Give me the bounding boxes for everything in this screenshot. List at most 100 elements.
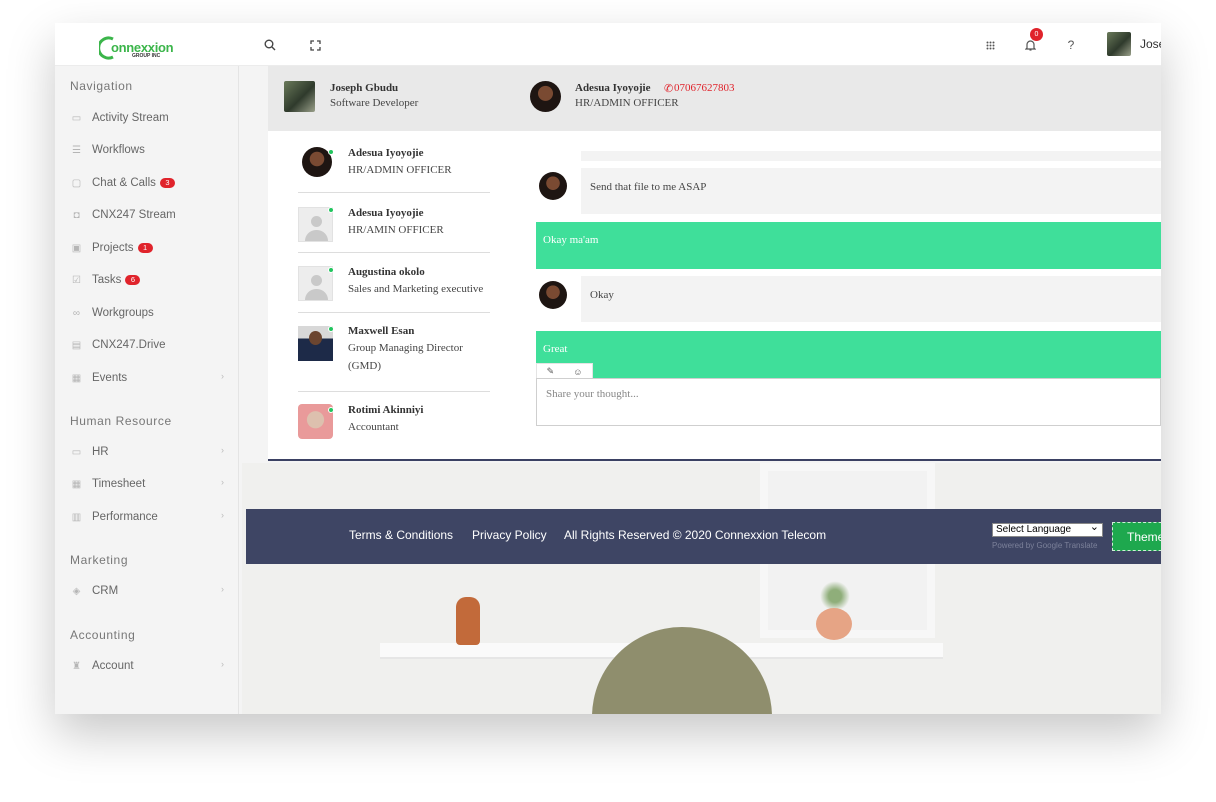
contact-role: HR/AMIN OFFICER (348, 224, 444, 236)
sidebar-item-timesheet[interactable]: ▦ Timesheet › (70, 474, 230, 494)
sidebar-item-crm[interactable]: ◈ CRM › (70, 581, 230, 601)
sidebar-section-accounting: Accounting (70, 628, 136, 642)
sidebar-item-hr[interactable]: ▭ HR › (70, 442, 230, 462)
contact-item[interactable]: Adesua Iyoyojie HR/ADMIN OFFICER (298, 141, 490, 193)
contact-name: Adesua Iyoyojie (348, 207, 424, 219)
sidebar-item-label: Timesheet (92, 478, 146, 490)
bar-chart-icon: ▥ (71, 511, 82, 523)
peer-role: HR/ADMIN OFFICER (575, 97, 679, 109)
sidebar-item-performance[interactable]: ▥ Performance › (70, 507, 230, 527)
chevron-right-icon: › (221, 510, 224, 520)
tasks-count-badge: 6 (125, 275, 141, 285)
online-status-dot (328, 326, 334, 332)
contact-role: Accountant (348, 421, 399, 433)
sidebar-item-cnx247-stream[interactable]: ◘ CNX247 Stream (70, 205, 230, 225)
privacy-link[interactable]: Privacy Policy (472, 528, 547, 542)
plant-pot (816, 608, 852, 640)
sidebar-item-label: Events (92, 372, 128, 384)
copyright-text: All Rights Reserved © 2020 Connexxion Te… (564, 528, 827, 542)
contact-item[interactable]: Rotimi Akinniyi Accountant (298, 392, 490, 442)
outgoing-message: Okay ma'am (536, 222, 1161, 269)
checkbox-icon: ☑ (72, 274, 81, 286)
message-text: Great (543, 343, 568, 355)
contact-item[interactable]: Augustina okolo Sales and Marketing exec… (298, 253, 490, 313)
sidebar: Navigation ▭ Activity Stream ☰ Workflows… (55, 66, 239, 714)
drive-icon: ▤ (71, 339, 82, 351)
sidebar-item-workgroups[interactable]: ∞ Workgroups (70, 303, 230, 323)
fullscreen-icon[interactable] (306, 36, 324, 54)
incoming-message: Okay (581, 276, 1161, 322)
contact-item[interactable]: Maxwell Esan Group Managing Director (GM… (298, 313, 490, 392)
powered-by-google-translate: Powered by Google Translate (992, 541, 1098, 550)
top-bar: onnexxion GROUP INC 0 ? Jose (55, 23, 1161, 66)
sidebar-item-label: CNX247 Stream (92, 209, 176, 221)
sidebar-item-events[interactable]: ▦ Events › (70, 368, 230, 388)
sidebar-item-workflows[interactable]: ☰ Workflows (70, 140, 230, 160)
chat-count-badge: 3 (159, 178, 175, 188)
sidebar-item-label: CNX247.Drive (92, 339, 166, 351)
briefcase-icon: ▣ (71, 242, 82, 254)
infinity-icon: ∞ (72, 307, 81, 319)
message-avatar (539, 172, 567, 200)
chevron-right-icon: › (221, 371, 224, 381)
message-bubble-partial (581, 151, 1161, 161)
sidebar-item-label: HR (92, 446, 109, 458)
sidebar-item-cnx247-drive[interactable]: ▤ CNX247.Drive (70, 335, 230, 355)
sidebar-item-chat-calls[interactable]: ▢ Chat & Calls 3 (70, 173, 230, 193)
sidebar-section-navigation: Navigation (70, 79, 133, 93)
paperclip-icon[interactable]: ✎ (547, 366, 555, 377)
message-input[interactable]: Share your thought... (536, 378, 1161, 426)
my-role: Software Developer (330, 97, 419, 109)
terms-link[interactable]: Terms & Conditions (349, 528, 453, 542)
phone-icon[interactable]: ✆ (664, 82, 673, 95)
incoming-message: Send that file to me ASAP (581, 168, 1161, 214)
cube-icon: ◈ (72, 585, 81, 597)
peer-avatar (530, 81, 561, 112)
online-status-dot (328, 267, 334, 273)
peer-name: Adesua Iyoyojie (575, 82, 651, 94)
contact-item[interactable]: Adesua Iyoyojie HR/AMIN OFFICER (298, 193, 490, 253)
sidebar-item-activity-stream[interactable]: ▭ Activity Stream (70, 108, 230, 128)
chat-icon: ▢ (71, 177, 82, 189)
vase (456, 597, 480, 645)
contact-role: Group Managing Director (GMD) (348, 342, 463, 372)
contact-avatar (298, 326, 333, 361)
sidebar-item-label: Projects (92, 242, 134, 254)
contact-role: HR/ADMIN OFFICER (348, 164, 452, 176)
contact-name: Rotimi Akinniyi (348, 404, 424, 416)
contact-avatar-placeholder (298, 207, 333, 242)
chat-header: Joseph Gbudu Software Developer Adesua I… (268, 66, 1161, 131)
emoji-icon[interactable]: ☺ (573, 367, 582, 377)
theme-button[interactable]: Theme (1112, 522, 1161, 551)
sidebar-item-account[interactable]: ♜ Account › (70, 656, 230, 676)
user-avatar[interactable] (1107, 32, 1131, 56)
search-icon[interactable] (261, 36, 279, 54)
sidebar-item-label: Workflows (92, 144, 145, 156)
chevron-right-icon: › (221, 584, 224, 594)
sidebar-section-marketing: Marketing (70, 553, 129, 567)
language-select[interactable]: Select Language (992, 521, 1103, 537)
calendar-icon: ▦ (71, 478, 82, 490)
sidebar-section-human-resource: Human Resource (70, 414, 172, 428)
money-bag-icon: ♜ (72, 660, 81, 672)
online-status-dot (328, 149, 334, 155)
sidebar-item-tasks[interactable]: ☑ Tasks 6 (70, 270, 230, 290)
chevron-right-icon: › (221, 659, 224, 669)
user-name[interactable]: Jose (1140, 37, 1161, 51)
sidebar-item-label: Workgroups (92, 307, 154, 319)
sidebar-item-projects[interactable]: ▣ Projects 1 (70, 238, 230, 258)
online-status-dot (328, 207, 334, 213)
message-text: Okay (590, 289, 614, 301)
menu-icon: ☰ (72, 144, 81, 156)
logo-subtitle: GROUP INC (132, 53, 161, 59)
contact-role: Sales and Marketing executive (348, 283, 484, 295)
help-icon[interactable]: ? (1062, 36, 1080, 54)
my-avatar (284, 81, 315, 112)
peer-phone-number[interactable]: 07067627803 (674, 82, 735, 94)
my-name: Joseph Gbudu (330, 82, 399, 94)
notification-count-badge: 0 (1030, 28, 1043, 41)
sidebar-item-label: Tasks (92, 274, 122, 286)
sidebar-item-label: Account (92, 660, 134, 672)
apps-grid-icon[interactable] (981, 36, 999, 54)
message-avatar (539, 281, 567, 309)
